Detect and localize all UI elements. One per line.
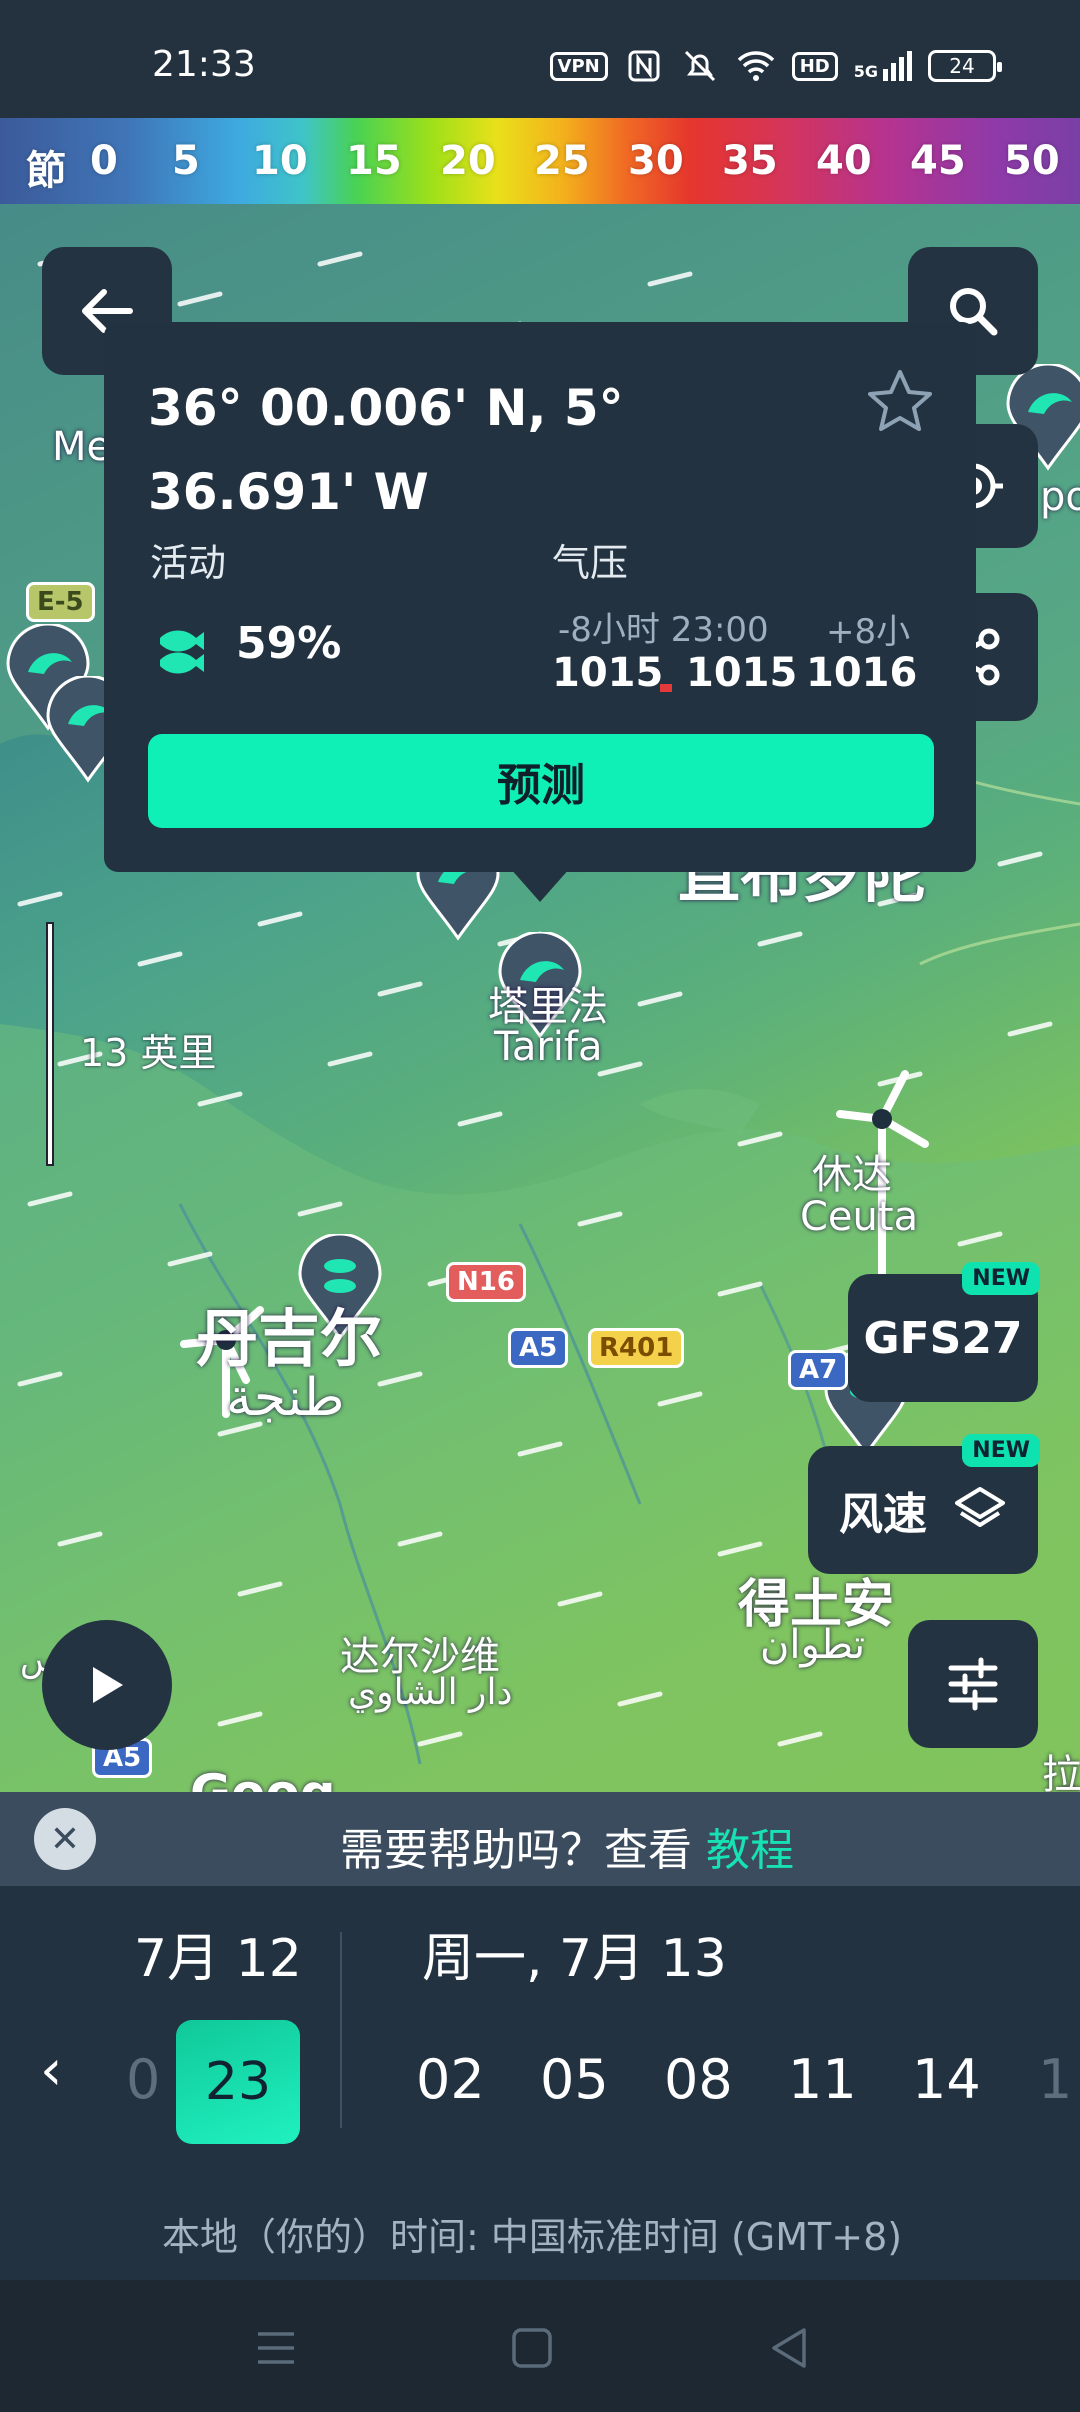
weather-model-button[interactable]: GFS27 NEW bbox=[848, 1262, 1040, 1402]
forecast-button[interactable]: 预测 bbox=[148, 734, 934, 828]
location-popup: 36° 00.006' N, 5° 36.691' W 活动 气压 59% -8… bbox=[104, 322, 976, 872]
star-icon[interactable] bbox=[866, 368, 934, 434]
map-label: 拉 bbox=[1042, 1752, 1080, 1792]
legend-tick: 40 bbox=[816, 138, 872, 184]
hour-slot[interactable]: 08 bbox=[664, 2048, 733, 2111]
map-label: دار الشاوي bbox=[348, 1672, 513, 1713]
pressure-time-label: -8小时 23:00 bbox=[558, 610, 769, 650]
map-label: Ceuta bbox=[800, 1194, 919, 1240]
menu-icon[interactable] bbox=[248, 2320, 304, 2376]
legend-tick: 10 bbox=[252, 138, 308, 184]
play-button[interactable] bbox=[42, 1620, 172, 1750]
help-text: 需要帮助吗？查看 教程 bbox=[340, 1814, 794, 1878]
hour-slot[interactable]: 02 bbox=[416, 2048, 485, 2111]
map-label: تطوان bbox=[760, 1622, 866, 1668]
legend-tick: 45 bbox=[910, 138, 966, 184]
nfc-icon bbox=[628, 50, 660, 82]
road-shield: E-5 bbox=[26, 582, 95, 622]
legend-tick: 50 bbox=[1004, 138, 1060, 184]
pressure-value: 1015 bbox=[552, 650, 664, 692]
sliders-icon bbox=[948, 1657, 998, 1711]
legend-tick: 35 bbox=[722, 138, 778, 184]
map-label: 休达 bbox=[812, 1152, 892, 1198]
hour-slot[interactable]: 11 bbox=[788, 2048, 857, 2111]
current-day-label: 周一, 7月 13 bbox=[422, 1929, 727, 1989]
battery-icon: 24 bbox=[928, 50, 1002, 82]
status-icons: VPN HD 5G 24 bbox=[549, 48, 1002, 84]
legend-tick: 15 bbox=[346, 138, 402, 184]
google-logo: Goog bbox=[190, 1764, 336, 1792]
layers-icon bbox=[955, 1487, 1005, 1527]
fish-icon bbox=[160, 630, 204, 674]
new-badge: NEW bbox=[962, 1262, 1040, 1295]
legend-tick: 5 bbox=[172, 138, 200, 184]
back-nav-icon[interactable] bbox=[762, 2320, 818, 2376]
legend-tick: 20 bbox=[440, 138, 496, 184]
hour-slot-selected[interactable]: 23 bbox=[176, 2020, 300, 2144]
road-shield: N16 bbox=[446, 1262, 526, 1302]
map-label: Me bbox=[52, 424, 112, 470]
map-label: Tarifa bbox=[494, 1024, 603, 1070]
road-shield: A7 bbox=[788, 1350, 849, 1390]
map-label: طنجة bbox=[226, 1368, 345, 1428]
signal-icon: 5G bbox=[854, 51, 912, 81]
legend-tick: 0 bbox=[90, 138, 118, 184]
system-nav-bar bbox=[0, 2280, 1080, 2412]
pressure-time-label: +8小 bbox=[826, 612, 911, 652]
activity-value: 59% bbox=[236, 618, 342, 669]
scale-bar bbox=[46, 922, 54, 1166]
filter-settings-button[interactable] bbox=[908, 1620, 1038, 1748]
close-icon[interactable]: ✕ bbox=[34, 1808, 96, 1870]
road-shield: A5 bbox=[508, 1328, 569, 1368]
layer-label: 风速 bbox=[839, 1489, 927, 1540]
pressure-label: 气压 bbox=[552, 541, 629, 585]
hd-icon: HD bbox=[791, 51, 838, 81]
map-label: 丹吉尔 bbox=[196, 1302, 383, 1375]
help-message: 需要帮助吗？查看 bbox=[340, 1825, 692, 1876]
wind-speed-legend: 節 0 5 10 15 20 25 30 35 40 45 50 bbox=[0, 118, 1080, 204]
coordinates: 36° 00.006' N, 5° 36.691' W bbox=[148, 379, 624, 521]
scale-label: 13 英里 bbox=[80, 1031, 217, 1075]
model-label: GFS27 bbox=[863, 1312, 1023, 1364]
pressure-marker bbox=[660, 684, 672, 692]
signal-type: 5G bbox=[853, 62, 878, 81]
hour-slot[interactable]: 14 bbox=[912, 2048, 981, 2111]
hour-slot[interactable]: 05 bbox=[540, 2048, 609, 2111]
timezone-text: 本地（你的）时间: 中国标准时间 (GMT+8) bbox=[162, 2215, 903, 2259]
status-bar: 21:33 VPN HD 5G 24 bbox=[0, 0, 1080, 118]
new-badge: NEW bbox=[962, 1434, 1040, 1467]
pressure-value: 1016 bbox=[806, 650, 918, 692]
legend-tick: 30 bbox=[628, 138, 684, 184]
popup-pointer bbox=[510, 868, 570, 902]
hour-slot[interactable]: 0 bbox=[126, 2048, 160, 2111]
home-icon[interactable] bbox=[504, 2320, 560, 2376]
legend-unit: 節 bbox=[26, 148, 66, 194]
play-icon bbox=[93, 1667, 123, 1703]
vpn-icon: VPN bbox=[549, 51, 608, 81]
chevron-left-icon[interactable]: ‹ bbox=[40, 2038, 62, 2103]
map-label: po bbox=[1040, 474, 1080, 520]
day-divider bbox=[340, 1932, 342, 2128]
pressure-chart[interactable]: -8小时 23:00 +8小 1015 1015 1016 bbox=[550, 602, 966, 692]
mute-icon bbox=[684, 50, 715, 82]
previous-day-label: 7月 12 bbox=[134, 1929, 302, 1989]
wifi-icon bbox=[737, 51, 774, 81]
legend-tick: 25 bbox=[534, 138, 590, 184]
hour-slot[interactable]: 1 bbox=[1038, 2048, 1072, 2111]
layer-button[interactable]: 风速 NEW bbox=[808, 1434, 1040, 1574]
tutorial-link[interactable]: 教程 bbox=[706, 1825, 794, 1876]
pressure-value: 1015 bbox=[686, 650, 798, 692]
status-time: 21:33 bbox=[152, 44, 256, 85]
road-shield: R401 bbox=[588, 1328, 685, 1368]
activity-label: 活动 bbox=[150, 541, 227, 585]
timeline: 7月 12 周一, 7月 13 ‹ 0 23 02 05 08 11 14 1 … bbox=[0, 1886, 1080, 2280]
help-banner: ✕ 需要帮助吗？查看 教程 bbox=[0, 1792, 1080, 1886]
